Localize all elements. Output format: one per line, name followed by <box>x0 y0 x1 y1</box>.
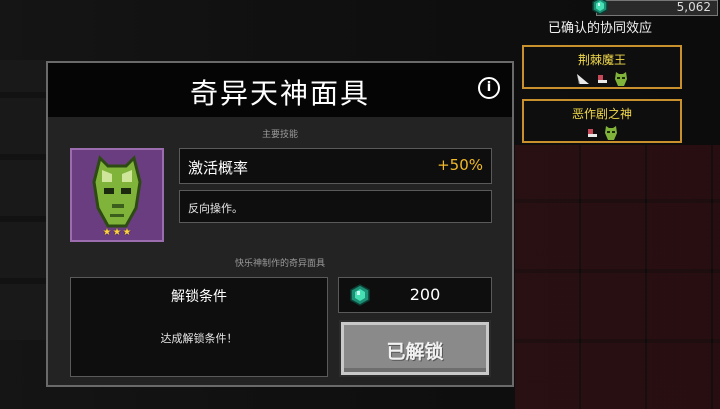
star-icon: ★ <box>122 227 132 238</box>
unlocked-button[interactable]: 已解锁 <box>341 322 489 375</box>
synergy-card-name: 恶作剧之神 <box>571 107 632 121</box>
star-icon: ★ <box>102 227 112 238</box>
mask-icon <box>615 72 627 86</box>
skill-name: 激活概率 <box>188 159 249 177</box>
info-icon[interactable]: i <box>478 77 500 99</box>
dialog-header: 奇异天神面具 i <box>48 63 512 117</box>
background-item-grid <box>515 145 720 409</box>
price-box: 200 <box>338 277 492 313</box>
synergy-card-thorn-demon-king[interactable]: 荆棘魔王 <box>522 45 682 89</box>
synergy-card-icons <box>524 125 680 141</box>
star-icon: ★ <box>112 227 122 238</box>
item-portrait: ★ ★ ★ <box>70 148 164 242</box>
skill-row: 激活概率 +50% <box>179 148 492 184</box>
horn-icon <box>577 74 589 84</box>
unlocked-button-label: 已解锁 <box>386 341 444 363</box>
item-detail-dialog: 奇异天神面具 i 主要技能 ★ ★ ★ 激活概率 +50% 反向操作。 快乐神制… <box>46 61 514 387</box>
skill-value: +50% <box>437 156 483 174</box>
rarity-stars: ★ ★ ★ <box>72 227 162 238</box>
currency-display: 5,062 <box>592 0 718 16</box>
price-value: 200 <box>409 285 441 304</box>
synergy-title: 已确认的协同效应 <box>548 21 653 36</box>
unlock-condition-box: 解锁条件 达成解锁条件！ <box>70 277 328 377</box>
synergy-card-name: 荆棘魔王 <box>577 53 626 67</box>
mask-icon <box>605 126 617 140</box>
boot-icon <box>598 75 607 83</box>
unlock-title: 解锁条件 <box>171 289 227 305</box>
currency-amount: 5,062 <box>676 0 711 14</box>
background-menu-blur <box>0 60 46 340</box>
synergy-card-trickster-god[interactable]: 恶作剧之神 <box>522 99 682 143</box>
mask-icon <box>92 155 142 228</box>
unlock-description: 达成解锁条件！ <box>160 332 238 345</box>
synergy-card-icons <box>524 71 680 87</box>
item-source-label: 快乐神制作的奇异面具 <box>234 259 325 269</box>
boot-icon <box>588 129 597 137</box>
gem-icon <box>592 0 608 15</box>
skill-description: 反向操作。 <box>188 202 243 215</box>
main-skill-label: 主要技能 <box>261 130 298 140</box>
skill-description-box: 反向操作。 <box>179 190 492 223</box>
item-title: 奇异天神面具 <box>189 77 370 110</box>
